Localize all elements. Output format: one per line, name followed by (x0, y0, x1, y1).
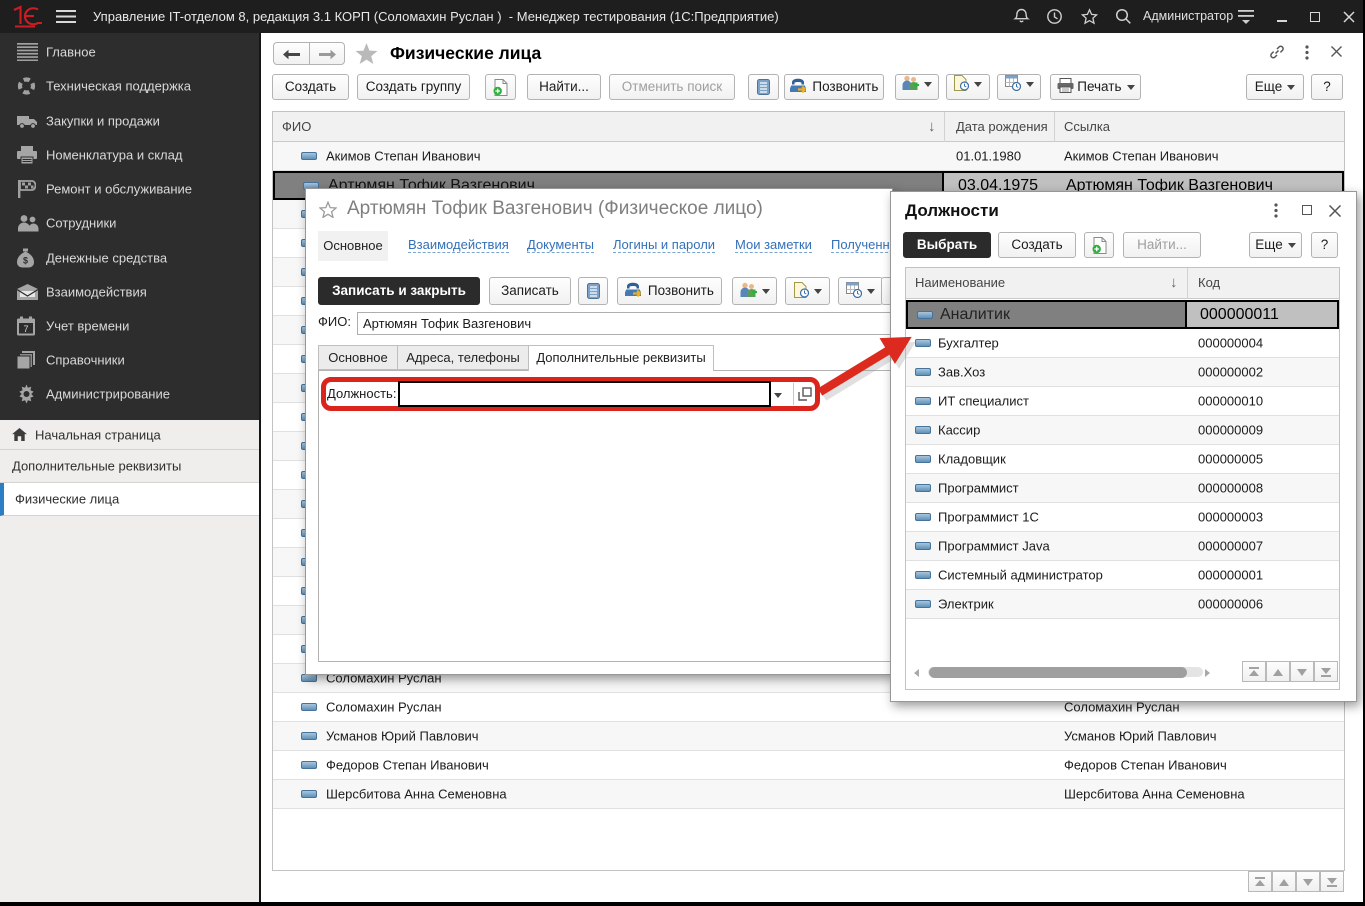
svg-text:$: $ (23, 256, 28, 266)
svg-text:7: 7 (23, 324, 28, 334)
